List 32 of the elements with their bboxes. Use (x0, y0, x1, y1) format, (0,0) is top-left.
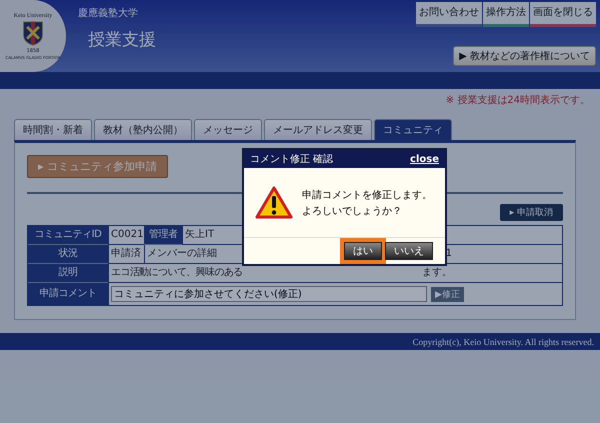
table-header-cell: 管理者 (144, 226, 182, 245)
table-header-cell: 状況 (28, 245, 108, 264)
status-note-end: 1 (446, 247, 452, 261)
header-button[interactable]: お問い合わせ (416, 2, 482, 27)
tab[interactable]: メールアドレス変更 (264, 119, 372, 140)
status-note: メンバーの詳細 (147, 246, 217, 261)
app-title: 授業支援 (87, 29, 157, 51)
copyright-text: Copyright(c), Keio University. All rights reserved. (412, 336, 594, 346)
table-header-cell: 申請コメント (28, 283, 108, 305)
tab[interactable]: コミュニティ (374, 119, 452, 140)
tab[interactable]: メッセージ (194, 119, 262, 140)
table-header-cell: コミュニティID (28, 226, 108, 245)
table-cell: 申請済 (108, 245, 144, 264)
university-name: 慶應義塾大学 (78, 6, 139, 20)
description-text: エコ活動について、興味のある (111, 266, 243, 280)
dialog-button[interactable]: いいえ (385, 242, 433, 260)
header-button[interactable]: 操作方法 (483, 2, 529, 27)
comment-input[interactable]: コミュニティに参加させてください(修正) (111, 286, 427, 302)
copyright-info-button[interactable]: ▶ 教材などの著作権について (453, 46, 596, 66)
cancel-request-button[interactable]: ▸ 申請取消 (500, 204, 563, 221)
header-button[interactable]: 画面を閉じる (530, 2, 596, 27)
table-cell: C0021 (108, 226, 144, 245)
table-header-cell: 説明 (28, 264, 108, 283)
fix-button[interactable]: ▶修正 (431, 286, 464, 302)
dialog-title: コメント修正 確認 (250, 152, 334, 166)
description-end: ます。 (422, 266, 452, 280)
tab[interactable]: 教材（塾内公開） (94, 119, 192, 140)
dialog-message-line: よろしいでしょうか？ (302, 204, 403, 218)
dialog-message-line: 申請コメントを修正します。 (302, 188, 432, 202)
close-link[interactable]: close (410, 154, 439, 164)
notice-text: ※ 授業支援は24時間表示です。 (446, 94, 590, 108)
tab[interactable]: 時間割・新着 (14, 119, 92, 140)
